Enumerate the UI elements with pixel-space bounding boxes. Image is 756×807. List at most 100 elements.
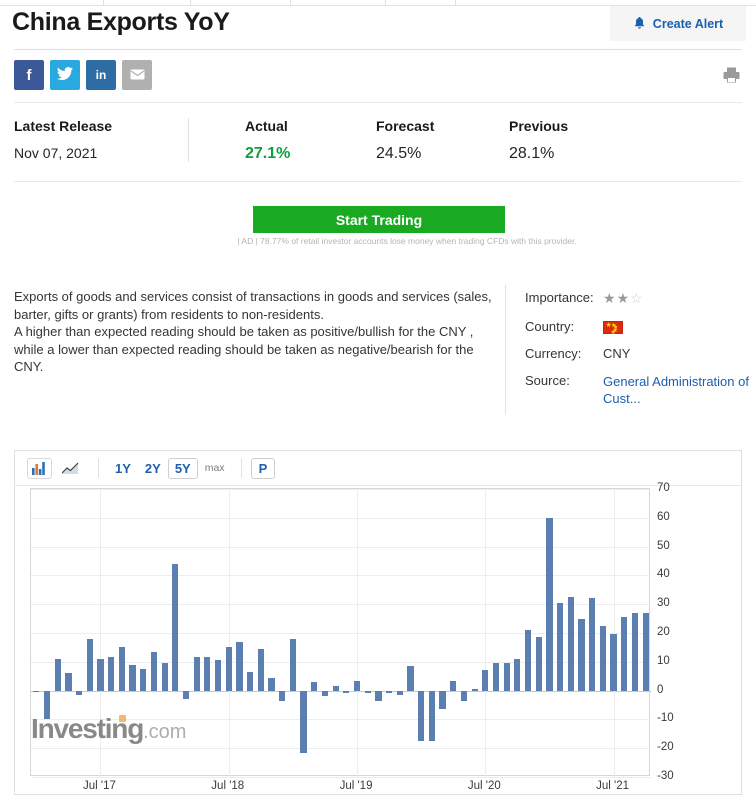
chart-bar[interactable] bbox=[631, 612, 639, 691]
range-5y-button[interactable]: 5Y bbox=[167, 457, 198, 479]
chart-bar[interactable] bbox=[43, 690, 51, 720]
indicator-info-panel: Importance: ★ ★ ☆ Country: ★ ★ ★ ★ ★ Cur… bbox=[525, 290, 750, 419]
chart-bar[interactable] bbox=[610, 634, 617, 691]
chart-bar[interactable] bbox=[97, 658, 104, 691]
chart-bar[interactable] bbox=[161, 663, 168, 691]
chart-bar[interactable] bbox=[460, 690, 468, 701]
chart-bar[interactable] bbox=[364, 690, 371, 694]
chart-bar[interactable] bbox=[482, 670, 489, 691]
chart-bar[interactable] bbox=[428, 690, 435, 741]
chart-bar[interactable] bbox=[65, 673, 72, 691]
release-stats: Latest Release Nov 07, 2021 Actual 27.1%… bbox=[0, 112, 756, 174]
chart-bar[interactable] bbox=[589, 598, 596, 691]
x-axis-tick-label: Jul '17 bbox=[83, 780, 116, 792]
range-1y-button[interactable]: 1Y bbox=[108, 458, 138, 479]
toolbar-divider bbox=[98, 458, 99, 478]
chart-bar[interactable] bbox=[118, 647, 125, 691]
chart-bar[interactable] bbox=[172, 563, 179, 691]
chart-bar[interactable] bbox=[279, 690, 286, 701]
print-icon[interactable] bbox=[723, 67, 740, 83]
latest-release-value: Nov 07, 2021 bbox=[14, 145, 98, 161]
share-facebook-button[interactable]: f bbox=[14, 60, 44, 90]
chart-bar[interactable] bbox=[182, 690, 190, 700]
chart-bar[interactable] bbox=[129, 664, 136, 691]
chart-bar[interactable] bbox=[214, 660, 222, 691]
chart-bar[interactable] bbox=[311, 681, 318, 691]
chart-bar[interactable] bbox=[247, 671, 254, 691]
chart-bar[interactable] bbox=[450, 680, 457, 691]
source-link[interactable]: General Administration of Cust... bbox=[603, 373, 750, 407]
chart-bar[interactable] bbox=[86, 638, 93, 691]
share-twitter-button[interactable] bbox=[50, 60, 80, 90]
chart-bar[interactable] bbox=[524, 630, 532, 691]
chart-bar[interactable] bbox=[343, 690, 350, 694]
range-2y-button[interactable]: 2Y bbox=[138, 458, 168, 479]
chart-bar[interactable] bbox=[492, 663, 500, 691]
chart-bar[interactable] bbox=[321, 690, 329, 697]
start-trading-button[interactable]: Start Trading bbox=[253, 206, 505, 233]
chart-bar[interactable] bbox=[418, 690, 425, 741]
chart-bar[interactable] bbox=[535, 637, 542, 691]
toolbar-divider bbox=[240, 458, 242, 478]
chart-bar[interactable] bbox=[140, 669, 147, 691]
chart-bar[interactable] bbox=[108, 657, 115, 691]
page-header: China Exports YoY Create Alert bbox=[0, 6, 756, 48]
chart-bar[interactable] bbox=[375, 690, 382, 701]
stat-latest-release: Latest Release Nov 07, 2021 bbox=[14, 118, 112, 161]
create-alert-button[interactable]: Create Alert bbox=[610, 6, 746, 41]
chart-bar[interactable] bbox=[599, 625, 606, 691]
chart-bar[interactable] bbox=[407, 666, 414, 691]
vertical-gridline bbox=[485, 489, 486, 777]
indicator-description: Exports of goods and services consist of… bbox=[14, 289, 492, 374]
star-filled-icon: ★ bbox=[603, 290, 616, 306]
chart-bar[interactable] bbox=[503, 663, 510, 691]
chart-bar[interactable] bbox=[204, 657, 211, 691]
x-axis-tick-label: Jul '21 bbox=[596, 780, 630, 792]
chart-bar[interactable] bbox=[546, 517, 553, 691]
chart-bar[interactable] bbox=[257, 648, 264, 691]
x-axis-tick-label: Jul '18 bbox=[211, 780, 245, 792]
chart-bar[interactable] bbox=[225, 647, 232, 691]
y-axis-tick-label: 10 bbox=[657, 654, 670, 667]
chart-bar[interactable] bbox=[268, 677, 275, 691]
chart-bar[interactable] bbox=[471, 689, 478, 691]
chart-bar[interactable] bbox=[150, 651, 158, 691]
y-axis-tick-label: 50 bbox=[657, 539, 670, 552]
chart-bar[interactable] bbox=[642, 612, 649, 691]
stat-actual: Actual 27.1% bbox=[245, 118, 290, 163]
stats-divider-bottom bbox=[14, 181, 742, 182]
chart-plot-area[interactable]: Investing.com 70 60 50 40 30 20 10 0 -10 -20 -30 J… bbox=[15, 482, 741, 795]
share-linkedin-button[interactable]: in bbox=[86, 60, 116, 90]
bar-chart-icon[interactable] bbox=[27, 457, 52, 479]
china-flag-icon: ★ ★ ★ ★ ★ bbox=[603, 321, 623, 336]
vertical-gridline bbox=[229, 489, 230, 777]
share-email-button[interactable] bbox=[122, 60, 152, 90]
chart-bar[interactable] bbox=[567, 597, 574, 691]
print-chart-button[interactable]: P bbox=[250, 457, 276, 479]
gridline bbox=[31, 719, 651, 721]
social-divider bbox=[14, 102, 742, 103]
line-chart-icon[interactable] bbox=[58, 457, 83, 479]
chart-bar[interactable] bbox=[54, 658, 61, 691]
chart-bar[interactable] bbox=[578, 618, 585, 691]
chart-bar[interactable] bbox=[332, 686, 339, 691]
info-row-country: Country: ★ ★ ★ ★ ★ bbox=[525, 319, 750, 336]
y-axis-tick-label: 40 bbox=[657, 568, 670, 581]
chart-bar[interactable] bbox=[396, 690, 403, 695]
chart-bar[interactable] bbox=[353, 680, 361, 691]
chart-bar[interactable] bbox=[236, 641, 243, 691]
chart-bar[interactable] bbox=[76, 690, 83, 695]
chart-bar[interactable] bbox=[621, 617, 628, 691]
chart-bar[interactable] bbox=[514, 658, 521, 691]
create-alert-label: Create Alert bbox=[652, 16, 724, 31]
gridline bbox=[31, 517, 651, 519]
chart-bar[interactable] bbox=[289, 638, 296, 691]
chart-bar[interactable] bbox=[33, 690, 40, 693]
chart-bar[interactable] bbox=[557, 602, 564, 691]
chart-bar[interactable] bbox=[193, 657, 200, 691]
chart-bar[interactable] bbox=[300, 690, 307, 753]
range-max-button[interactable]: max bbox=[198, 459, 232, 477]
chart-bar[interactable] bbox=[439, 690, 446, 710]
vertical-gridline bbox=[357, 489, 358, 777]
chart-bar[interactable] bbox=[386, 690, 393, 694]
